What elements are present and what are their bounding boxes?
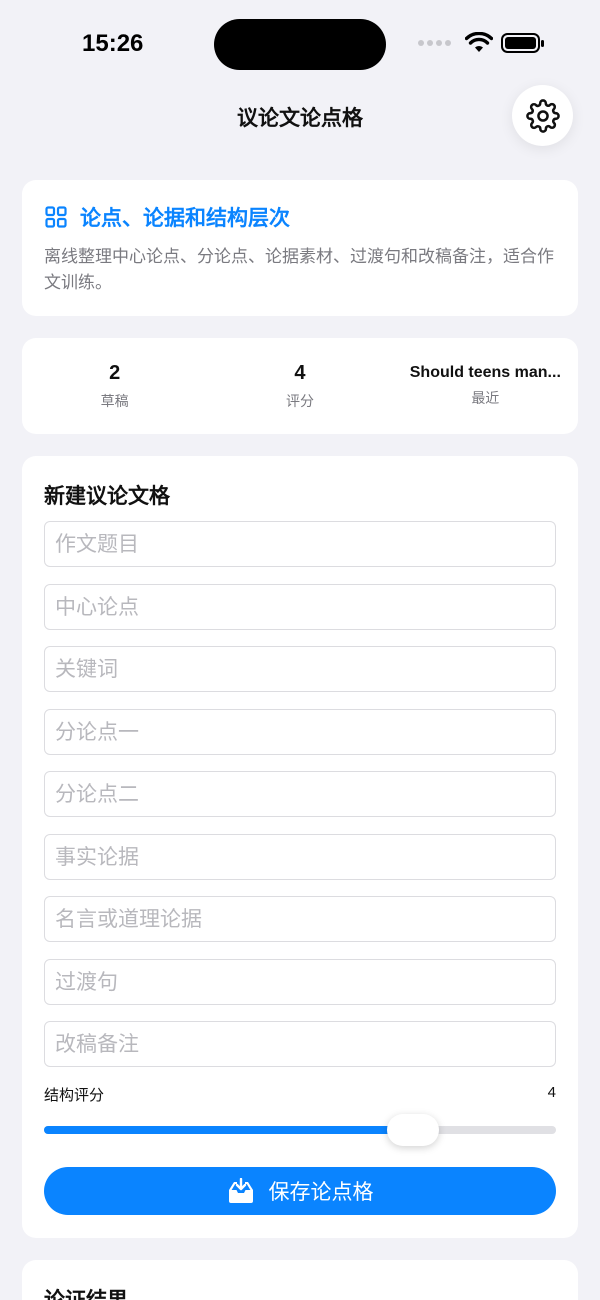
tray-download-icon bbox=[228, 1178, 253, 1203]
status-time: 15:26 bbox=[82, 30, 144, 57]
status-bar: 15:26 bbox=[0, 0, 600, 90]
result-title: 论证结果 bbox=[44, 1288, 128, 1300]
gear-icon bbox=[525, 98, 560, 133]
intro-description: 离线整理中心论点、分论点、论据素材、过渡句和改稿备注，适合作文训练。 bbox=[44, 247, 554, 293]
quote-evidence-input[interactable] bbox=[44, 896, 556, 942]
new-essay-form-card: 新建议论文格 结构评分 4 保存论点格 bbox=[22, 456, 578, 1238]
central-thesis-input[interactable] bbox=[44, 584, 556, 630]
essay-topic-input[interactable] bbox=[44, 521, 556, 567]
intro-card: 论点、论据和结构层次 离线整理中心论点、分论点、论据素材、过渡句和改稿备注，适合… bbox=[22, 180, 578, 316]
slider-thumb[interactable] bbox=[386, 1114, 439, 1146]
revision-notes-input[interactable] bbox=[44, 1021, 556, 1067]
status-icons bbox=[418, 32, 545, 54]
structure-score-label: 结构评分 bbox=[44, 1086, 105, 1104]
fact-evidence-input[interactable] bbox=[44, 834, 556, 880]
result-card: 论证结果 bbox=[22, 1260, 578, 1300]
stat-label: 最近 bbox=[471, 391, 500, 407]
stat-value: 2 bbox=[109, 361, 121, 384]
stat-score: 4 评分 bbox=[207, 338, 392, 434]
stat-recent: Should teens man... 最近 bbox=[393, 338, 578, 434]
settings-button[interactable] bbox=[512, 85, 573, 146]
stat-drafts: 2 草稿 bbox=[22, 338, 207, 434]
battery-icon bbox=[501, 33, 544, 53]
structure-score-value: 4 bbox=[547, 1084, 556, 1101]
sub-argument-two-input[interactable] bbox=[44, 771, 556, 817]
stat-value: 4 bbox=[294, 361, 306, 384]
slider-fill bbox=[44, 1126, 413, 1134]
save-button-label: 保存论点格 bbox=[268, 1180, 374, 1204]
page-title: 议论文论点格 bbox=[237, 106, 363, 130]
dynamic-island bbox=[214, 19, 386, 70]
grid-icon bbox=[45, 206, 67, 228]
keywords-input[interactable] bbox=[44, 646, 556, 692]
wifi-icon bbox=[465, 32, 493, 52]
stat-label: 评分 bbox=[285, 393, 314, 410]
structure-score-slider[interactable] bbox=[44, 1114, 556, 1146]
signal-dots-icon bbox=[418, 40, 451, 46]
stat-label: 草稿 bbox=[100, 393, 129, 410]
intro-title: 论点、论据和结构层次 bbox=[80, 206, 290, 230]
transition-sentence-input[interactable] bbox=[44, 959, 556, 1005]
stat-value: Should teens man... bbox=[409, 364, 561, 381]
sub-argument-one-input[interactable] bbox=[44, 709, 556, 755]
stats-card: 2 草稿 4 评分 Should teens man... 最近 bbox=[22, 338, 578, 434]
intro-header: 论点、论据和结构层次 bbox=[44, 202, 556, 232]
form-title: 新建议论文格 bbox=[44, 484, 170, 508]
save-button[interactable]: 保存论点格 bbox=[44, 1167, 556, 1215]
